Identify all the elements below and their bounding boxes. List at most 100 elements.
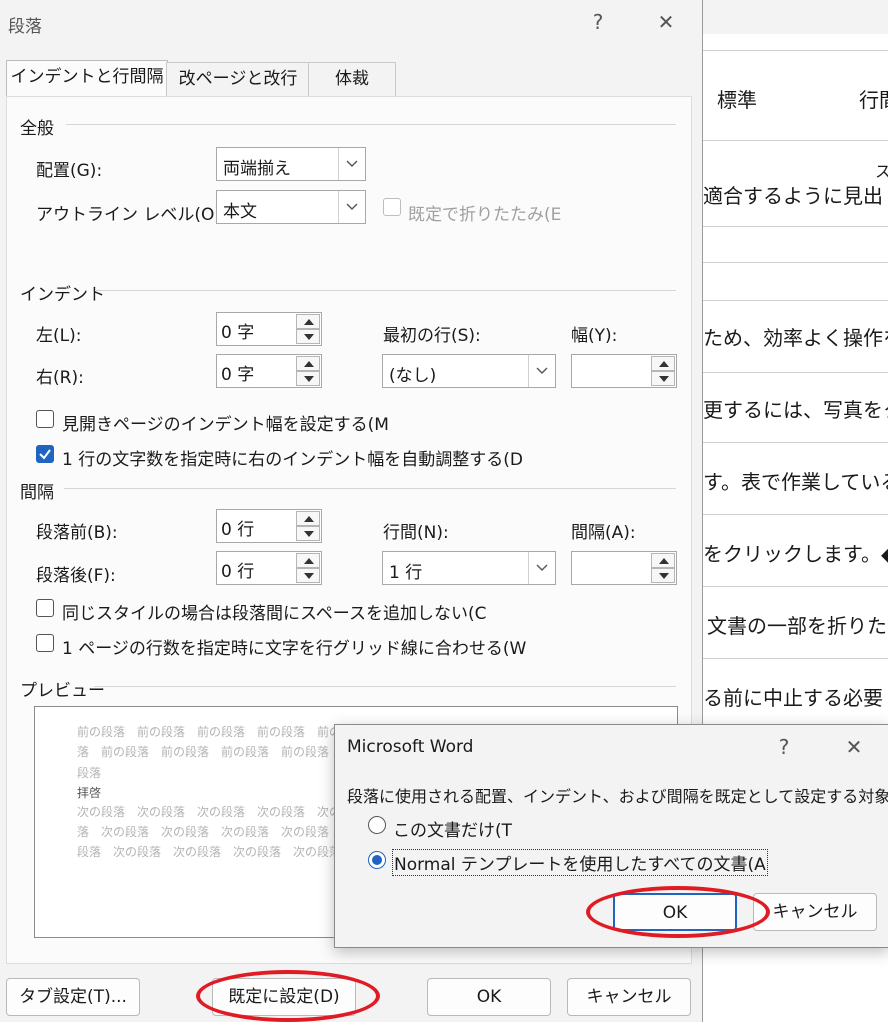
section-general-heading: 全般 [20, 119, 54, 139]
word-dialog-close-button[interactable]: ✕ [839, 735, 869, 759]
doc-text: をクリックします。◆ [703, 542, 888, 566]
table-line [703, 586, 888, 587]
chevron-down-icon [338, 148, 365, 180]
spin-down-icon[interactable] [296, 568, 320, 583]
alignment-select[interactable]: 両端揃え [216, 147, 366, 181]
snap-to-grid-checkbox[interactable] [36, 634, 54, 652]
indent-width-spinner[interactable] [571, 354, 677, 388]
spacing-after-spinner[interactable]: 0 行 [216, 551, 322, 585]
this-document-label: この文書だけ(T [393, 821, 513, 841]
spacing-before-value: 0 行 [221, 520, 255, 540]
spin-down-icon[interactable] [651, 371, 675, 386]
table-line [703, 300, 888, 301]
outline-level-select[interactable]: 本文 [216, 190, 366, 224]
preview-line: 段落 [77, 766, 102, 780]
preview-line: 前の段落 前の段落 前の段落 前の段落 前の段落 [77, 725, 366, 739]
chevron-down-icon [528, 355, 555, 387]
spin-down-icon[interactable] [651, 568, 675, 583]
spin-down-icon[interactable] [296, 526, 320, 541]
preview-line: 拝啓 [77, 786, 102, 800]
indent-left-spinner[interactable]: 0 字 [216, 312, 322, 346]
word-dialog-message: 段落に使用される配置、インデント、および間隔を既定として設定する対象: [347, 787, 888, 806]
line-spacing-select[interactable]: 1 行 [382, 551, 556, 585]
no-space-same-style-label: 同じスタイルの場合は段落間にスペースを追加しない(C [62, 604, 487, 624]
spacing-before-spinner[interactable]: 0 行 [216, 509, 322, 543]
spin-down-icon[interactable] [296, 329, 320, 344]
first-line-select[interactable]: (なし) [382, 354, 556, 388]
divider [94, 686, 676, 687]
this-document-radio[interactable] [368, 816, 386, 834]
mirror-indents-checkbox[interactable] [36, 410, 54, 428]
table-line [703, 262, 888, 263]
width-label: 幅(Y): [571, 326, 618, 346]
outline-level-label: アウトライン レベル(O): [36, 205, 227, 225]
word-dialog-title: Microsoft Word [347, 737, 474, 757]
table-line [703, 372, 888, 373]
tabs-button[interactable]: タブ設定(T)... [6, 978, 140, 1016]
table-line [703, 442, 888, 443]
collapse-default-checkbox[interactable] [383, 198, 401, 216]
spin-up-icon[interactable] [296, 553, 320, 568]
first-line-value: (なし) [389, 366, 437, 386]
dialog-title: 段落 [8, 17, 42, 37]
auto-adjust-indent-checkbox[interactable] [36, 445, 54, 463]
chevron-down-icon [528, 552, 555, 584]
spacing-at-label: 間隔(A): [571, 523, 636, 543]
doc-text: 文書の一部を折りた [707, 614, 887, 638]
word-dialog-cancel-button[interactable]: キャンセル [753, 893, 877, 931]
checkmark-icon [39, 449, 51, 460]
help-button[interactable]: ? [583, 10, 613, 34]
table-line [703, 514, 888, 515]
doc-text: る前に中止する必要 [703, 686, 883, 710]
word-dialog-ok-button[interactable]: OK [613, 893, 737, 931]
doc-style-label: 標準 [717, 88, 757, 112]
doc-text: ため、効率よく操作を [703, 326, 888, 350]
doc-text: ス [875, 162, 888, 181]
section-spacing-heading: 間隔 [20, 483, 54, 503]
word-default-dialog: Microsoft Word ? ✕ 段落に使用される配置、インデント、および間… [334, 724, 888, 948]
normal-template-label: Normal テンプレートを使用したすべての文書(A [392, 849, 768, 876]
tab-line-page-breaks[interactable]: 改ページと改行 [166, 62, 310, 97]
line-spacing-label: 行間(N): [383, 523, 449, 543]
doc-line-spacing-label: 行間 [859, 88, 888, 112]
auto-adjust-indent-label: 1 行の文字数を指定時に右のインデント幅を自動調整する(D [62, 450, 523, 470]
normal-template-radio[interactable] [368, 851, 386, 869]
mirror-indents-label: 見開きページのインデント幅を設定する(M [62, 415, 389, 435]
snap-to-grid-label: 1 ページの行数を指定時に文字を行グリッド線に合わせる(W [62, 639, 527, 659]
doc-text: す。表で作業している [703, 470, 888, 494]
spin-up-icon[interactable] [296, 314, 320, 329]
tab-indent-spacing[interactable]: インデントと行間隔 [6, 60, 168, 98]
tab-asian-typography[interactable]: 体裁 [308, 62, 396, 97]
indent-right-spinner[interactable]: 0 字 [216, 354, 322, 388]
indent-left-value: 0 字 [221, 323, 255, 343]
spin-down-icon[interactable] [296, 371, 320, 386]
table-line [703, 50, 888, 51]
indent-right-label: 右(R): [36, 368, 84, 388]
collapse-default-label: 既定で折りたたみ(E [408, 205, 562, 225]
spin-up-icon[interactable] [651, 356, 675, 371]
spin-up-icon[interactable] [296, 356, 320, 371]
ok-button[interactable]: OK [427, 978, 551, 1016]
word-dialog-help-button[interactable]: ? [769, 735, 799, 759]
divider [66, 124, 676, 125]
table-line [703, 140, 888, 141]
line-spacing-value: 1 行 [389, 563, 423, 583]
cancel-button[interactable]: キャンセル [567, 978, 691, 1016]
spin-up-icon[interactable] [651, 553, 675, 568]
spin-up-icon[interactable] [296, 511, 320, 526]
no-space-same-style-checkbox[interactable] [36, 599, 54, 617]
spacing-before-label: 段落前(B): [36, 523, 118, 543]
preview-line: 次の段落 次の段落 次の段落 次の段落 次の段落 [77, 805, 366, 819]
spacing-after-label: 段落後(F): [36, 566, 116, 586]
set-default-button[interactable]: 既定に設定(D) [212, 978, 356, 1016]
indent-right-value: 0 字 [221, 365, 255, 385]
table-line [703, 658, 888, 659]
table-line [703, 226, 888, 227]
alignment-label: 配置(G): [36, 161, 103, 181]
spacing-at-spinner[interactable] [571, 551, 677, 585]
chevron-down-icon [338, 191, 365, 223]
alignment-value: 両端揃え [223, 159, 291, 179]
doc-text: 適合するように見出 [703, 184, 883, 208]
close-button[interactable]: ✕ [651, 10, 681, 34]
section-indent-heading: インデント [20, 285, 105, 305]
